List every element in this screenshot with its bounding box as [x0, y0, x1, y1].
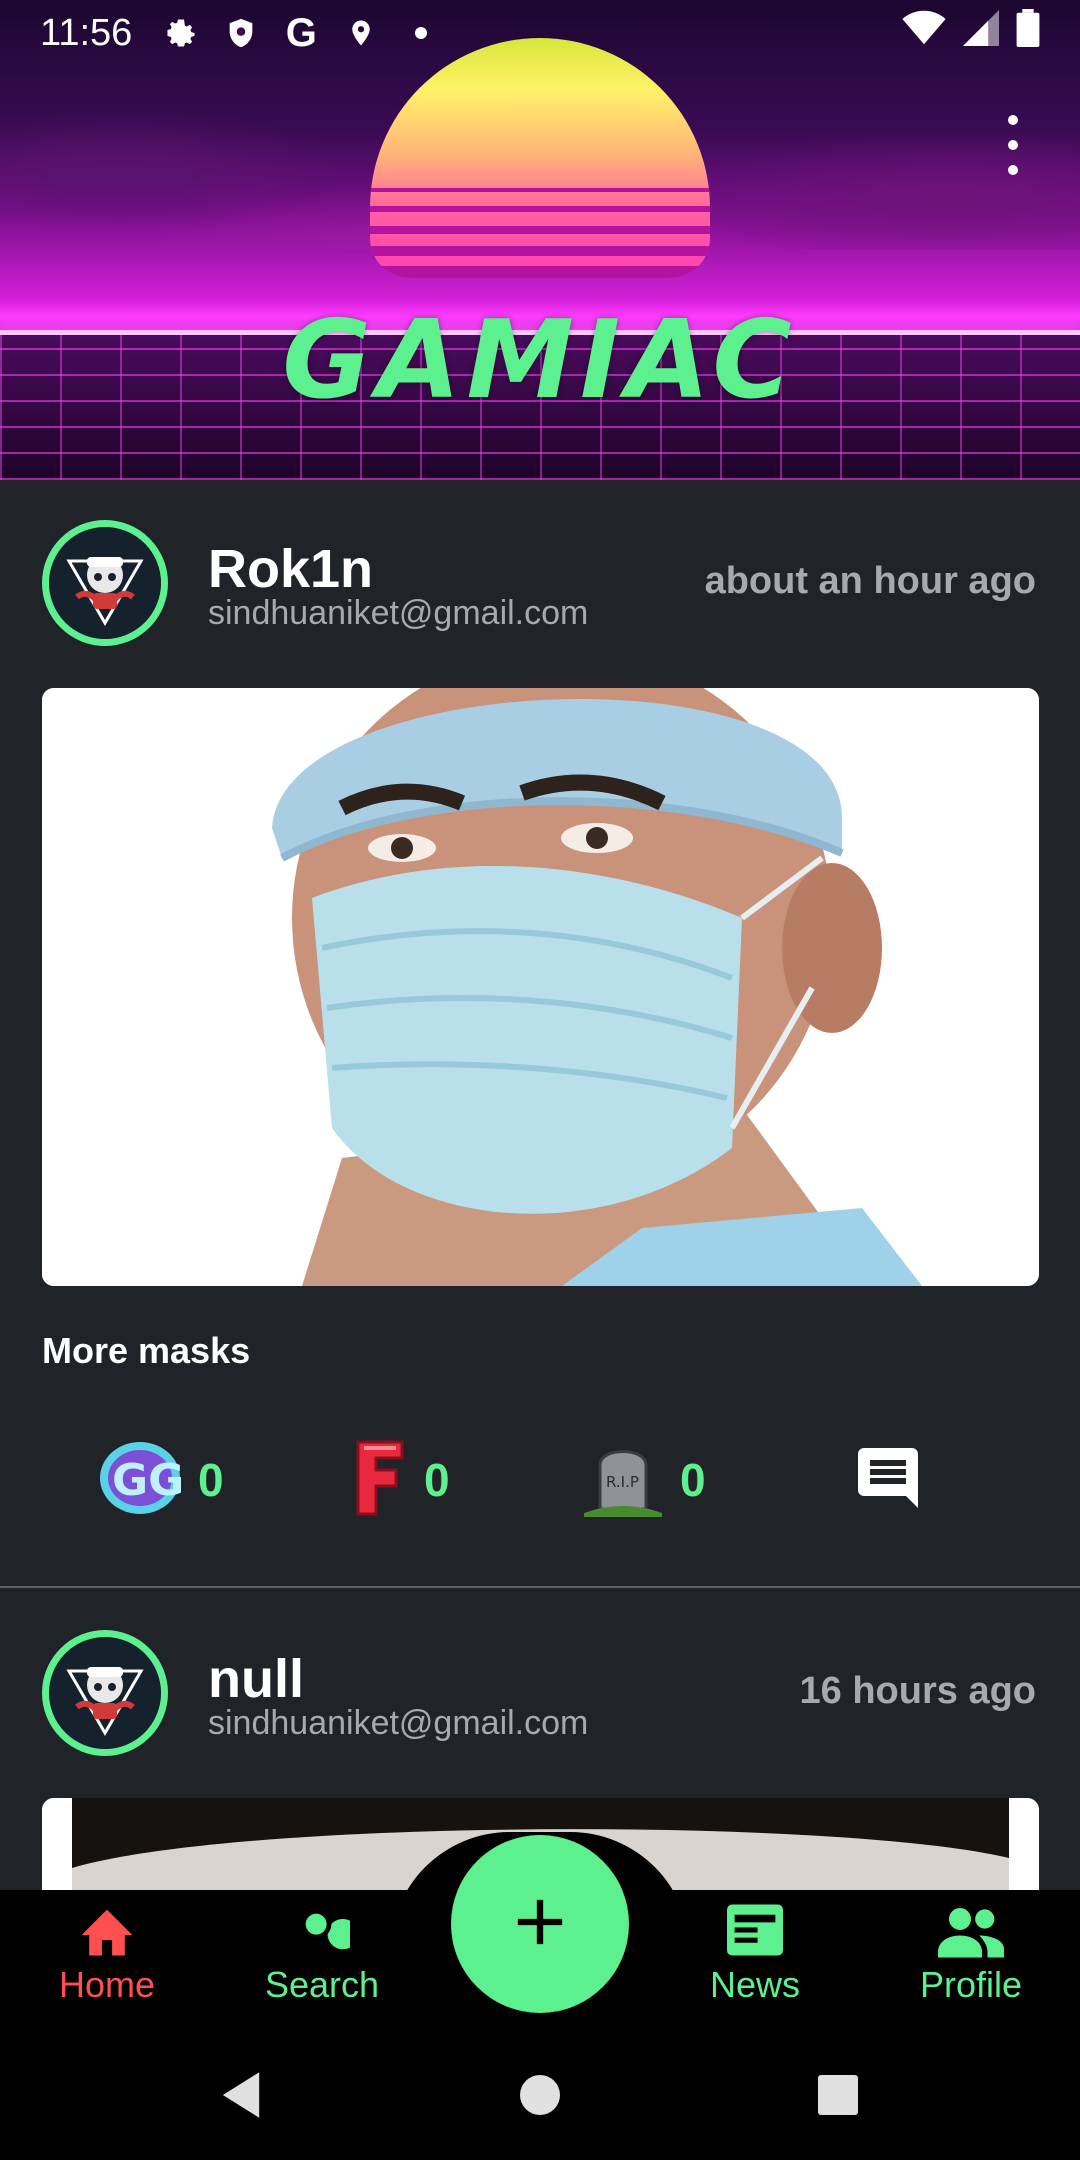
post-timestamp: 16 hours ago: [799, 1670, 1037, 1712]
nav-news-label: News: [709, 1964, 801, 2005]
search-icon: [222, 1900, 422, 1960]
gg-icon: GG: [98, 1439, 184, 1522]
news-icon: [655, 1900, 855, 1960]
post-caption: More masks: [42, 1330, 251, 1371]
shield-icon: [220, 12, 262, 54]
create-post-button[interactable]: [451, 1835, 629, 2013]
status-time: 11:56: [40, 11, 133, 54]
f-count: 0: [424, 1454, 450, 1506]
post-image[interactable]: [42, 688, 1039, 1286]
menu-dot: [1008, 165, 1018, 175]
nav-search[interactable]: Search: [222, 1900, 422, 2006]
svg-text:R.I.P: R.I.P: [606, 1473, 639, 1491]
nav-home[interactable]: Home: [7, 1900, 207, 2006]
nav-home-label: Home: [58, 1964, 156, 2005]
tombstone-icon: R.I.P: [582, 1439, 664, 1522]
post-email: sindhuaniket@gmail.com: [208, 1704, 589, 1742]
gg-count: 0: [198, 1454, 224, 1506]
status-bar: 11:56 G: [0, 0, 1080, 66]
header-banner: GAMIAC: [0, 0, 1080, 480]
svg-text:GG: GG: [112, 1455, 182, 1506]
comment-icon: [852, 1442, 924, 1519]
gear-icon: [160, 12, 202, 54]
recents-button[interactable]: [811, 2068, 865, 2122]
notification-dot-icon: [400, 12, 442, 54]
people-icon: [871, 1900, 1071, 1960]
google-icon: G: [285, 10, 317, 55]
wifi-icon: [902, 10, 946, 56]
post-timestamp: about an hour ago: [704, 560, 1036, 602]
plus-icon: [502, 1884, 578, 1965]
nav-search-label: Search: [264, 1964, 380, 2005]
post-username[interactable]: Rok1n: [208, 538, 373, 600]
overflow-menu-button[interactable]: [998, 115, 1028, 175]
app-logo: GAMIAC: [282, 298, 798, 423]
app-screen: GAMIAC 11:56 G Rok1n sindhuaniket@gmail.…: [0, 0, 1080, 2160]
comment-button[interactable]: [852, 1435, 924, 1525]
reactions-bar: GG 0 0 R.I.P 0: [0, 1435, 1080, 1525]
nav-profile-label: Profile: [919, 1964, 1023, 2005]
menu-dot: [1008, 140, 1018, 150]
signal-icon: [962, 10, 1000, 56]
home-icon: [7, 1900, 207, 1960]
f-reaction[interactable]: 0: [352, 1435, 450, 1525]
nav-profile[interactable]: Profile: [871, 1900, 1071, 2006]
gg-reaction[interactable]: GG 0: [98, 1435, 224, 1525]
rip-count: 0: [680, 1454, 706, 1506]
location-icon: [340, 12, 382, 54]
battery-icon: [1016, 9, 1040, 57]
menu-dot: [1008, 115, 1018, 125]
avatar[interactable]: [42, 520, 168, 646]
post-email: sindhuaniket@gmail.com: [208, 594, 589, 632]
post-card: Rok1n sindhuaniket@gmail.com about an ho…: [0, 480, 1080, 1590]
avatar[interactable]: [42, 1630, 168, 1756]
f-icon: [352, 1438, 408, 1523]
back-button[interactable]: [214, 2068, 268, 2122]
nav-news[interactable]: News: [655, 1900, 855, 2006]
post-username[interactable]: null: [208, 1648, 304, 1710]
home-button[interactable]: [513, 2068, 567, 2122]
rip-reaction[interactable]: R.I.P 0: [582, 1435, 706, 1525]
post-divider: [0, 1586, 1080, 1588]
